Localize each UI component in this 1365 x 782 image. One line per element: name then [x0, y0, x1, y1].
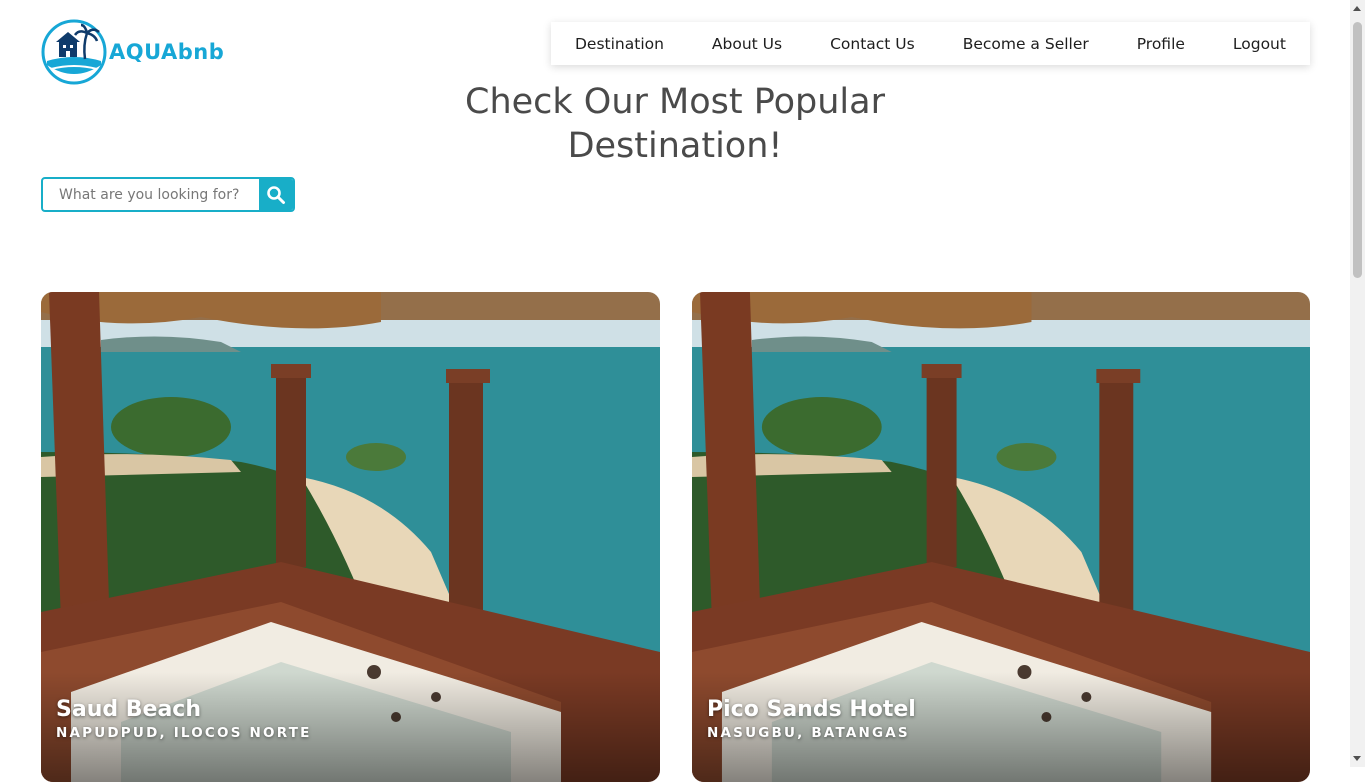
page-title: Check Our Most Popular Destination! [380, 80, 970, 168]
page-title-line-2: Destination! [567, 126, 783, 166]
main-nav: Destination About Us Contact Us Become a… [551, 22, 1310, 65]
search-input[interactable] [43, 179, 259, 210]
scrollbar-thumb[interactable] [1353, 22, 1362, 278]
scroll-down-arrow-icon[interactable] [1353, 756, 1361, 761]
nav-item-destination[interactable]: Destination [575, 35, 664, 53]
search-bar [41, 177, 295, 212]
scroll-up-arrow-icon[interactable] [1353, 6, 1361, 11]
nav-item-profile[interactable]: Profile [1137, 35, 1185, 53]
card-location: NAPUDPUD, ILOCOS NORTE [56, 725, 312, 741]
card-location: NASUGBU, BATANGAS [707, 725, 910, 741]
nav-item-logout[interactable]: Logout [1233, 35, 1286, 53]
nav-item-about-us[interactable]: About Us [712, 35, 782, 53]
brand-logo[interactable]: AQUAbnb [41, 18, 251, 86]
logo-icon [41, 19, 107, 85]
card-title: Pico Sands Hotel [707, 697, 916, 722]
nav-item-become-a-seller[interactable]: Become a Seller [963, 35, 1089, 53]
search-icon [267, 185, 285, 204]
destination-card[interactable]: Saud Beach NAPUDPUD, ILOCOS NORTE [41, 292, 660, 782]
card-title: Saud Beach [56, 697, 201, 722]
brand-name: AQUAbnb [109, 40, 225, 64]
page-title-line-1: Check Our Most Popular [465, 82, 885, 122]
nav-item-contact-us[interactable]: Contact Us [830, 35, 915, 53]
destination-card[interactable]: Pico Sands Hotel NASUGBU, BATANGAS [692, 292, 1310, 782]
search-button[interactable] [259, 179, 293, 210]
page-scrollbar[interactable] [1350, 0, 1365, 767]
